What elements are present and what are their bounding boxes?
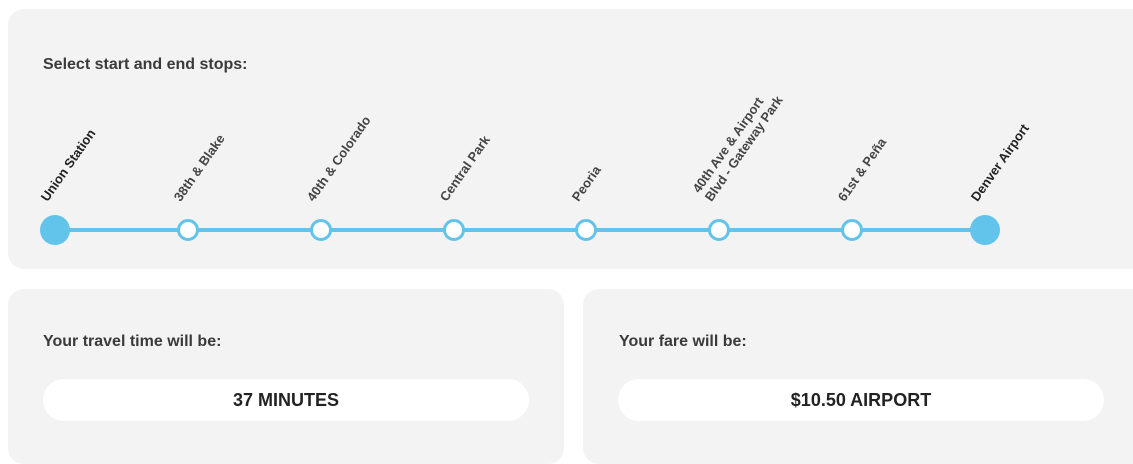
stop-name: Peoria — [569, 162, 605, 204]
stop-label-peoria[interactable]: Peoria — [569, 163, 604, 204]
stop-marker-38th-blake[interactable] — [176, 219, 199, 241]
stop-label-61st-pe-a[interactable]: 61st & Peña — [835, 135, 890, 204]
stop-label-central-park[interactable]: Central Park — [436, 133, 492, 204]
fare-panel: Your fare will be: $10.50 AIRPORT — [583, 289, 1133, 464]
stop-name: Central Park — [436, 132, 493, 204]
stop-name: Union Station — [37, 126, 99, 204]
stop-selector-panel: Select start and end stops: Union Statio… — [8, 9, 1133, 269]
travel-time-label: Your travel time will be: — [43, 333, 222, 350]
stop-label-38th-blake[interactable]: 38th & Blake — [171, 131, 228, 204]
stop-name: 38th & Blake — [170, 131, 228, 204]
stop-name: Denver Airport — [967, 121, 1032, 204]
stop-label-denver-airport[interactable]: Denver Airport — [968, 121, 1032, 204]
stop-selector-label: Select start and end stops: — [43, 56, 248, 73]
stop-marker-denver-airport[interactable] — [970, 215, 1000, 245]
stop-name: 40th & Colorado — [303, 113, 374, 204]
stop-marker-central-park[interactable] — [442, 219, 465, 241]
stop-label-40th-colorado[interactable]: 40th & Colorado — [303, 113, 373, 204]
stop-label-union-station[interactable]: Union Station — [38, 126, 99, 204]
fare-label: Your fare will be: — [619, 333, 747, 350]
stop-name: 61st & Peña — [834, 135, 890, 204]
stop-marker-union-station[interactable] — [40, 215, 70, 245]
stop-marker-61st-pe-a[interactable] — [841, 219, 864, 241]
travel-time-panel: Your travel time will be: 37 MINUTES — [8, 289, 564, 464]
stop-marker-peoria[interactable] — [575, 219, 598, 241]
stop-label-40th-ave-airport[interactable]: 40th Ave & Airport Blvd - Gateway Park — [690, 84, 786, 204]
stop-marker-40th-colorado[interactable] — [309, 219, 332, 241]
stop-marker-40th-ave-airport[interactable] — [708, 219, 731, 241]
travel-time-value: 37 MINUTES — [43, 379, 529, 421]
fare-value: $10.50 AIRPORT — [618, 379, 1104, 421]
